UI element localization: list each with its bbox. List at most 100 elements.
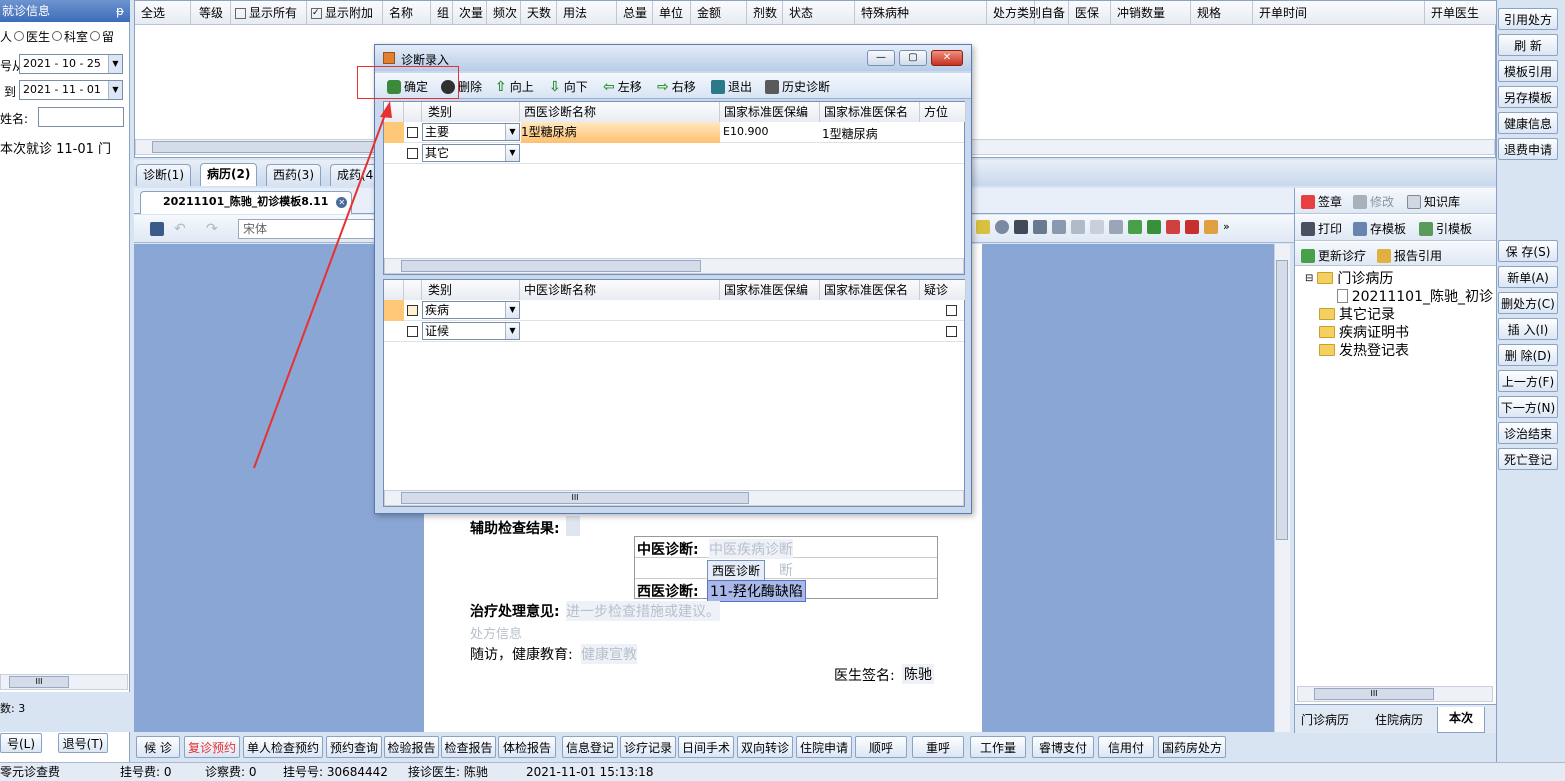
move-up-button[interactable]: ⇧ 向上 <box>495 78 534 95</box>
row-checkbox[interactable] <box>407 127 418 138</box>
document-tab[interactable]: 20211101_陈驰_初诊模板8.11 ✕ <box>140 191 353 214</box>
scroll-thumb[interactable]: III <box>401 492 749 504</box>
exit-button[interactable]: 退出 <box>711 78 752 95</box>
waiting-button[interactable]: 候 诊 <box>136 736 180 758</box>
prev-prescription-button[interactable]: 上一方(F) <box>1498 370 1558 392</box>
workload-button[interactable]: 工作量 <box>970 736 1026 758</box>
font-select[interactable]: 宋体 <box>238 219 378 239</box>
maximize-icon[interactable]: ▢ <box>899 50 927 66</box>
chevron-down-icon[interactable]: ▼ <box>505 145 519 161</box>
tree-item-fever[interactable]: 发热登记表 <box>1319 340 1409 360</box>
redo-icon[interactable]: ↷ <box>206 221 218 237</box>
close-icon[interactable]: ✕ <box>931 50 963 66</box>
copy-icon[interactable] <box>1071 220 1085 234</box>
undo-icon[interactable]: ↶ <box>174 221 186 237</box>
tree-item-outpatient[interactable]: ⊟ 门诊病历 <box>1305 268 1393 288</box>
death-register-button[interactable]: 死亡登记 <box>1498 448 1558 470</box>
aux-exam-field[interactable] <box>566 516 580 536</box>
exam-report-button[interactable]: 检查报告 <box>441 736 496 758</box>
visit-list-item[interactable]: 本次就诊 11-01 门 <box>0 138 130 156</box>
tree-item-other[interactable]: 其它记录 <box>1319 304 1395 324</box>
document-vscroll[interactable] <box>1274 244 1290 732</box>
paragraph-icon[interactable] <box>1052 220 1066 234</box>
table-row[interactable]: 主要 ▼ 1型糖尿病 E10.900 1型糖尿病 <box>384 122 964 143</box>
insert-button[interactable]: 插 入(I) <box>1498 318 1558 340</box>
scroll-thumb[interactable]: III <box>1314 688 1434 700</box>
save-as-template-button[interactable]: 另存模板 <box>1498 86 1558 108</box>
category-combo[interactable]: 主要 ▼ <box>422 123 520 141</box>
radio-icon[interactable] <box>52 31 63 41</box>
table-row[interactable]: 其它 ▼ <box>384 143 964 164</box>
tab-current[interactable]: 本次 <box>1437 707 1485 733</box>
tcm-grid-scrollbar[interactable]: III <box>384 490 964 506</box>
tcm-diagnosis-grid[interactable]: 类别 中医诊断名称 国家标准医保编 国家标准医保名 疑诊 疾病 ▼ 证候 ▼ III <box>383 279 966 507</box>
wm-chip[interactable]: 西医诊断 <box>707 560 766 581</box>
print-button[interactable]: 打印 <box>1301 220 1342 237</box>
close-icon[interactable]: ✕ <box>336 197 348 208</box>
western-grid-scrollbar[interactable] <box>384 258 964 274</box>
followup-placeholder[interactable]: 健康宣教 <box>581 644 637 664</box>
next-prescription-button[interactable]: 下一方(N) <box>1498 396 1558 418</box>
tree-item-certificate[interactable]: 疾病证明书 <box>1319 322 1409 342</box>
wm-value[interactable]: 11-羟化酶缺陷 <box>707 580 806 602</box>
move-left-button[interactable]: ⇦ 左移 <box>603 78 642 95</box>
chevron-down-icon[interactable]: ▼ <box>505 323 519 339</box>
call-button[interactable]: 顺呼 <box>855 736 907 758</box>
new-form-button[interactable]: 新单(A) <box>1498 266 1558 288</box>
category-combo[interactable]: 证候 ▼ <box>422 322 520 340</box>
radio-icon[interactable] <box>90 31 101 41</box>
register-button[interactable]: 号(L) <box>0 733 42 753</box>
treatment-record-button[interactable]: 诊疗记录 <box>620 736 676 758</box>
radio-patient[interactable]: 人 <box>0 30 12 44</box>
find-icon[interactable] <box>1014 220 1028 234</box>
checkbox-icon[interactable]: ✓ <box>311 8 322 19</box>
treatment-placeholder[interactable]: 进一步检查措施或建议。 <box>566 601 720 621</box>
tab-inpatient-record[interactable]: 住院病历 <box>1375 711 1423 728</box>
minimize-icon[interactable]: — <box>867 50 895 66</box>
template-ref-button[interactable]: 模板引用 <box>1498 60 1558 82</box>
tab-outpatient-record[interactable]: 门诊病历 <box>1301 711 1349 728</box>
physical-report-button[interactable]: 体检报告 <box>498 736 556 758</box>
diagnosis-code-cell[interactable]: E10.900 <box>723 125 819 138</box>
chevron-down-icon[interactable]: ▼ <box>108 81 122 99</box>
pin-icon[interactable]: ᵽ <box>116 0 124 22</box>
modify-button[interactable]: 修改 <box>1353 193 1394 210</box>
row-checkbox[interactable] <box>407 148 418 159</box>
row-checkbox[interactable] <box>407 326 418 337</box>
scroll-thumb[interactable]: III <box>9 676 69 688</box>
table-insert-icon[interactable] <box>1128 220 1142 234</box>
table-row-icon[interactable] <box>1166 220 1180 234</box>
insert-icon[interactable] <box>976 220 990 234</box>
save-button[interactable]: 保 存(S) <box>1498 240 1558 262</box>
delete-prescription-button[interactable]: 删处方(C) <box>1498 292 1558 314</box>
ref-prescription-button[interactable]: 引用处方 <box>1498 8 1558 30</box>
scroll-thumb[interactable] <box>401 260 701 272</box>
rx-header-select-all[interactable]: 全选 <box>135 1 191 25</box>
rx-header-show-extra[interactable]: ✓ 显示附加 <box>307 1 383 25</box>
refresh-button[interactable]: 刷 新 <box>1498 34 1558 56</box>
replace-icon[interactable] <box>1033 220 1047 234</box>
move-down-button[interactable]: ⇩ 向下 <box>549 78 588 95</box>
suspected-checkbox[interactable] <box>946 305 957 316</box>
day-surgery-button[interactable]: 日间手术 <box>678 736 734 758</box>
western-diagnosis-grid[interactable]: 类别 西医诊断名称 国家标准医保编 国家标准医保名 方位 主要 ▼ 1型糖尿病 E… <box>383 101 966 275</box>
suspected-checkbox[interactable] <box>946 326 957 337</box>
report-ref-button[interactable]: 报告引用 <box>1377 247 1442 264</box>
admission-request-button[interactable]: 住院申请 <box>796 736 852 758</box>
unregister-button[interactable]: 退号(T) <box>58 733 108 753</box>
scroll-thumb[interactable] <box>1276 260 1288 540</box>
search-icon[interactable] <box>995 220 1009 234</box>
finish-treatment-button[interactable]: 诊治结束 <box>1498 422 1558 444</box>
diagnosis-std-name-cell[interactable]: 1型糖尿病 <box>822 125 918 142</box>
single-exam-appointment-button[interactable]: 单人检查预约 <box>243 736 323 758</box>
chevron-down-icon[interactable]: ▼ <box>108 55 122 73</box>
left-scrollbar[interactable]: III <box>0 674 128 690</box>
tab-medical-record[interactable]: 病历(2) <box>200 163 258 186</box>
recall-button[interactable]: 重呼 <box>912 736 964 758</box>
load-template-button[interactable]: 引模板 <box>1419 220 1472 237</box>
table-row[interactable]: 疾病 ▼ <box>384 300 964 321</box>
knowledge-button[interactable]: 知识库 <box>1407 193 1460 210</box>
tree-item-record[interactable]: 20211101_陈驰_初诊 <box>1337 286 1493 306</box>
diagnosis-name-cell[interactable]: 1型糖尿病 <box>521 122 720 143</box>
page-icon[interactable] <box>1090 220 1104 234</box>
